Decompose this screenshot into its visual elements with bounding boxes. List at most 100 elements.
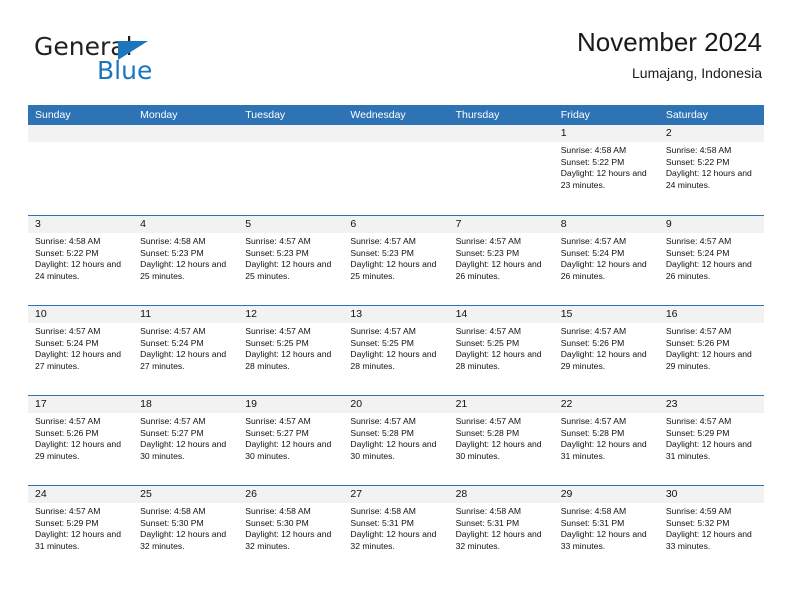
- day-cell-empty: [238, 125, 344, 215]
- day-details: Sunrise: 4:57 AM Sunset: 5:29 PM Daylight:…: [659, 413, 764, 462]
- day-cell[interactable]: 2 Sunrise: 4:58 AM Sunset: 5:22 PM Daylight…: [658, 125, 764, 215]
- day-number: 4: [133, 216, 239, 233]
- sunset-text: Sunset: 5:23 PM: [350, 247, 414, 258]
- day-cell[interactable]: 21 Sunrise: 4:57 AM Sunset: 5:28 PM Dayligh…: [448, 396, 554, 485]
- sunrise-text: Sunrise: 4:58 AM: [455, 506, 522, 516]
- day-cell[interactable]: 27 Sunrise: 4:58 AM Sunset: 5:31 PM Dayligh…: [343, 486, 449, 575]
- daylight-text: Daylight: 12 hours and 30 minutes.: [140, 439, 227, 461]
- day-details: Sunrise: 4:57 AM Sunset: 5:27 PM Daylight:…: [133, 413, 238, 462]
- day-cell[interactable]: 22 Sunrise: 4:57 AM Sunset: 5:28 PM Dayligh…: [553, 396, 659, 485]
- sunrise-text: Sunrise: 4:57 AM: [665, 326, 732, 336]
- day-details: Sunrise: 4:57 AM Sunset: 5:28 PM Daylight:…: [343, 413, 448, 462]
- calendar-grid: Sunday Monday Tuesday Wednesday Thursday…: [28, 105, 764, 575]
- sunset-text: Sunset: 5:30 PM: [245, 517, 309, 528]
- day-cell[interactable]: 29 Sunrise: 4:58 AM Sunset: 5:31 PM Dayligh…: [553, 486, 659, 575]
- sunset-text: Sunset: 5:24 PM: [35, 337, 99, 348]
- day-cell[interactable]: 19 Sunrise: 4:57 AM Sunset: 5:27 PM Dayligh…: [238, 396, 344, 485]
- sunrise-text: Sunrise: 4:57 AM: [350, 326, 416, 336]
- day-cell[interactable]: 4 Sunrise: 4:58 AM Sunset: 5:23 PM Daylight…: [133, 216, 239, 305]
- sunset-text: Sunset: 5:22 PM: [35, 247, 99, 258]
- sunrise-text: Sunrise: 4:57 AM: [35, 326, 101, 336]
- day-cell[interactable]: 5 Sunrise: 4:57 AM Sunset: 5:23 PM Daylight…: [238, 216, 344, 305]
- day-cell[interactable]: 30 Sunrise: 4:59 AM Sunset: 5:32 PM Dayligh…: [658, 486, 764, 575]
- sunset-text: Sunset: 5:26 PM: [560, 337, 625, 348]
- sunset-text: Sunset: 5:25 PM: [350, 337, 414, 348]
- daylight-text: Daylight: 12 hours and 28 minutes.: [350, 349, 437, 371]
- sunrise-text: Sunrise: 4:57 AM: [560, 326, 627, 336]
- day-number: 27: [343, 486, 449, 503]
- day-details: Sunrise: 4:58 AM Sunset: 5:22 PM Daylight:…: [659, 142, 764, 191]
- day-details: Sunrise: 4:58 AM Sunset: 5:31 PM Daylight:…: [554, 503, 659, 552]
- day-details: Sunrise: 4:57 AM Sunset: 5:25 PM Daylight:…: [449, 323, 554, 372]
- day-number: 24: [28, 486, 134, 503]
- day-cell-empty: [133, 125, 239, 215]
- day-cell[interactable]: 10 Sunrise: 4:57 AM Sunset: 5:24 PM Dayligh…: [28, 306, 134, 395]
- sunrise-text: Sunrise: 4:57 AM: [140, 416, 206, 426]
- day-details: Sunrise: 4:58 AM Sunset: 5:23 PM Daylight:…: [133, 233, 238, 282]
- sunrise-text: Sunrise: 4:57 AM: [140, 326, 206, 336]
- day-cell[interactable]: 1 Sunrise: 4:58 AM Sunset: 5:22 PM Daylight…: [553, 125, 659, 215]
- day-number: 25: [133, 486, 239, 503]
- sunset-text: Sunset: 5:32 PM: [665, 517, 730, 528]
- day-cell[interactable]: 15 Sunrise: 4:57 AM Sunset: 5:26 PM Dayligh…: [553, 306, 659, 395]
- sunrise-text: Sunrise: 4:58 AM: [140, 506, 206, 516]
- sunrise-text: Sunrise: 4:57 AM: [350, 236, 416, 246]
- day-cell[interactable]: 14 Sunrise: 4:57 AM Sunset: 5:25 PM Dayligh…: [448, 306, 554, 395]
- sunrise-text: Sunrise: 4:57 AM: [455, 326, 522, 336]
- day-cell[interactable]: 17 Sunrise: 4:57 AM Sunset: 5:26 PM Dayligh…: [28, 396, 134, 485]
- calendar-page: General Blue November 2024 Lumajang, Ind…: [0, 0, 792, 612]
- day-cell[interactable]: 8 Sunrise: 4:57 AM Sunset: 5:24 PM Daylight…: [553, 216, 659, 305]
- daylight-text: Daylight: 12 hours and 27 minutes.: [35, 349, 121, 371]
- daylight-text: Daylight: 12 hours and 24 minutes.: [35, 259, 121, 281]
- day-cell[interactable]: 16 Sunrise: 4:57 AM Sunset: 5:26 PM Dayligh…: [658, 306, 764, 395]
- day-cell[interactable]: 6 Sunrise: 4:57 AM Sunset: 5:23 PM Daylight…: [343, 216, 449, 305]
- day-number: 15: [553, 306, 659, 323]
- day-cell[interactable]: 12 Sunrise: 4:57 AM Sunset: 5:25 PM Dayligh…: [238, 306, 344, 395]
- day-details: Sunrise: 4:58 AM Sunset: 5:22 PM Daylight:…: [554, 142, 659, 191]
- sunset-text: Sunset: 5:26 PM: [35, 427, 99, 438]
- day-cell[interactable]: 18 Sunrise: 4:57 AM Sunset: 5:27 PM Dayligh…: [133, 396, 239, 485]
- day-details: Sunrise: 4:57 AM Sunset: 5:27 PM Daylight:…: [238, 413, 343, 462]
- day-cell[interactable]: 7 Sunrise: 4:57 AM Sunset: 5:23 PM Daylight…: [448, 216, 554, 305]
- day-cell[interactable]: 13 Sunrise: 4:57 AM Sunset: 5:25 PM Dayligh…: [343, 306, 449, 395]
- sunset-text: Sunset: 5:22 PM: [665, 156, 730, 167]
- sunrise-text: Sunrise: 4:57 AM: [245, 326, 311, 336]
- weekday-sunday: Sunday: [35, 109, 71, 121]
- weekday-thursday: Thursday: [455, 109, 500, 121]
- daylight-text: Daylight: 12 hours and 31 minutes.: [35, 529, 121, 551]
- day-number: 14: [448, 306, 554, 323]
- sunrise-text: Sunrise: 4:57 AM: [560, 416, 627, 426]
- sunset-text: Sunset: 5:31 PM: [455, 517, 520, 528]
- day-cell[interactable]: 9 Sunrise: 4:57 AM Sunset: 5:24 PM Daylight…: [658, 216, 764, 305]
- sunset-text: Sunset: 5:30 PM: [140, 517, 204, 528]
- sunset-text: Sunset: 5:28 PM: [350, 427, 414, 438]
- sunrise-text: Sunrise: 4:57 AM: [350, 416, 416, 426]
- day-cell[interactable]: 26 Sunrise: 4:58 AM Sunset: 5:30 PM Dayligh…: [238, 486, 344, 575]
- daylight-text: Daylight: 12 hours and 29 minutes.: [665, 349, 752, 371]
- daylight-text: Daylight: 12 hours and 30 minutes.: [245, 439, 332, 461]
- daylight-text: Daylight: 12 hours and 27 minutes.: [140, 349, 227, 371]
- weekday-friday: Friday: [560, 109, 590, 121]
- daylight-text: Daylight: 12 hours and 33 minutes.: [665, 529, 752, 551]
- week-row: 10 Sunrise: 4:57 AM Sunset: 5:24 PM Dayligh…: [28, 305, 764, 395]
- day-cell[interactable]: 3 Sunrise: 4:58 AM Sunset: 5:22 PM Daylight…: [28, 216, 134, 305]
- day-cell[interactable]: 23 Sunrise: 4:57 AM Sunset: 5:29 PM Dayligh…: [658, 396, 764, 485]
- brand-logo[interactable]: General Blue: [34, 32, 274, 92]
- week-row: 17 Sunrise: 4:57 AM Sunset: 5:26 PM Dayligh…: [28, 395, 764, 485]
- day-details: Sunrise: 4:57 AM Sunset: 5:23 PM Daylight:…: [238, 233, 343, 282]
- sunrise-text: Sunrise: 4:58 AM: [560, 506, 627, 516]
- day-cell[interactable]: 24 Sunrise: 4:57 AM Sunset: 5:29 PM Dayligh…: [28, 486, 134, 575]
- day-number: [238, 125, 344, 142]
- sunset-text: Sunset: 5:27 PM: [245, 427, 309, 438]
- day-cell[interactable]: 11 Sunrise: 4:57 AM Sunset: 5:24 PM Dayligh…: [133, 306, 239, 395]
- sunrise-text: Sunrise: 4:59 AM: [665, 506, 732, 516]
- day-cell[interactable]: 28 Sunrise: 4:58 AM Sunset: 5:31 PM Dayligh…: [448, 486, 554, 575]
- day-number: 1: [553, 125, 659, 142]
- day-number: 5: [238, 216, 344, 233]
- day-number: 28: [448, 486, 554, 503]
- day-cell[interactable]: 20 Sunrise: 4:57 AM Sunset: 5:28 PM Dayligh…: [343, 396, 449, 485]
- day-cell[interactable]: 25 Sunrise: 4:58 AM Sunset: 5:30 PM Dayligh…: [133, 486, 239, 575]
- day-number: [28, 125, 134, 142]
- location-subtitle: Lumajang, Indonesia: [632, 65, 762, 81]
- week-row: 24 Sunrise: 4:57 AM Sunset: 5:29 PM Dayligh…: [28, 485, 764, 575]
